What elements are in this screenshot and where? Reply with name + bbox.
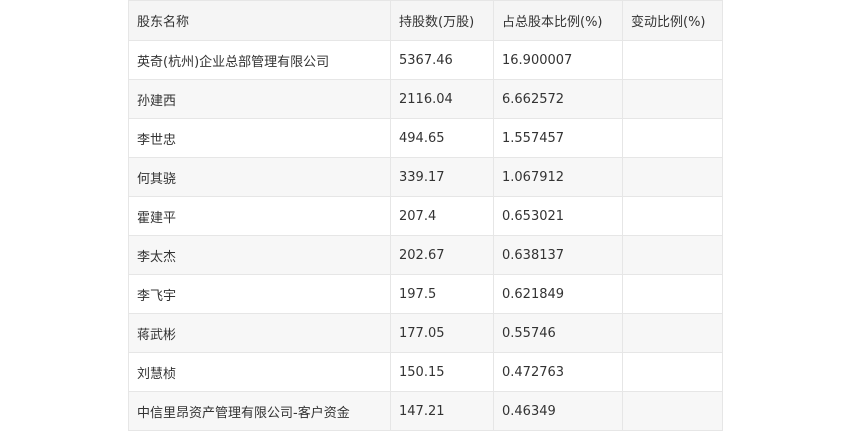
cell-ratio: 0.621849 — [493, 274, 623, 314]
cell-shares: 494.65 — [390, 118, 494, 158]
cell-name: 刘慧桢 — [128, 352, 391, 392]
table-row: 刘慧桢 150.15 0.472763 — [128, 352, 723, 392]
table-row: 李世忠 494.65 1.557457 — [128, 118, 723, 158]
cell-shares: 202.67 — [390, 235, 494, 275]
cell-change — [622, 352, 723, 392]
cell-shares: 177.05 — [390, 313, 494, 353]
cell-ratio: 0.55746 — [493, 313, 623, 353]
cell-ratio: 0.638137 — [493, 235, 623, 275]
cell-ratio: 0.653021 — [493, 196, 623, 236]
header-change: 变动比例(%) — [622, 0, 723, 41]
cell-change — [622, 196, 723, 236]
cell-change — [622, 40, 723, 80]
cell-ratio: 1.557457 — [493, 118, 623, 158]
cell-change — [622, 313, 723, 353]
table-header-row: 股东名称 持股数(万股) 占总股本比例(%) 变动比例(%) — [128, 0, 723, 41]
cell-name: 英奇(杭州)企业总部管理有限公司 — [128, 40, 391, 80]
cell-name: 李太杰 — [128, 235, 391, 275]
cell-shares: 207.4 — [390, 196, 494, 236]
cell-shares: 150.15 — [390, 352, 494, 392]
header-ratio: 占总股本比例(%) — [493, 0, 623, 41]
cell-name: 孙建西 — [128, 79, 391, 119]
cell-name: 李飞宇 — [128, 274, 391, 314]
header-shareholder-name: 股东名称 — [128, 0, 391, 41]
shareholders-table-container: 股东名称 持股数(万股) 占总股本比例(%) 变动比例(%) 英奇(杭州)企业总… — [128, 0, 723, 431]
cell-change — [622, 79, 723, 119]
cell-shares: 147.21 — [390, 391, 494, 431]
cell-shares: 5367.46 — [390, 40, 494, 80]
cell-name: 中信里昂资产管理有限公司-客户资金 — [128, 391, 391, 431]
table-row: 李太杰 202.67 0.638137 — [128, 235, 723, 275]
cell-shares: 2116.04 — [390, 79, 494, 119]
cell-change — [622, 235, 723, 275]
cell-name: 蒋武彬 — [128, 313, 391, 353]
table-row: 李飞宇 197.5 0.621849 — [128, 274, 723, 314]
shareholders-table: 股东名称 持股数(万股) 占总股本比例(%) 变动比例(%) 英奇(杭州)企业总… — [128, 0, 723, 431]
cell-name: 何其骁 — [128, 157, 391, 197]
header-shares: 持股数(万股) — [390, 0, 494, 41]
cell-change — [622, 118, 723, 158]
table-row: 英奇(杭州)企业总部管理有限公司 5367.46 16.900007 — [128, 40, 723, 80]
table-row: 中信里昂资产管理有限公司-客户资金 147.21 0.46349 — [128, 391, 723, 431]
cell-change — [622, 157, 723, 197]
table-row: 孙建西 2116.04 6.662572 — [128, 79, 723, 119]
cell-change — [622, 274, 723, 314]
cell-ratio: 0.472763 — [493, 352, 623, 392]
cell-ratio: 1.067912 — [493, 157, 623, 197]
table-row: 何其骁 339.17 1.067912 — [128, 157, 723, 197]
cell-shares: 197.5 — [390, 274, 494, 314]
cell-shares: 339.17 — [390, 157, 494, 197]
cell-change — [622, 391, 723, 431]
cell-ratio: 6.662572 — [493, 79, 623, 119]
cell-name: 霍建平 — [128, 196, 391, 236]
cell-name: 李世忠 — [128, 118, 391, 158]
cell-ratio: 0.46349 — [493, 391, 623, 431]
table-row: 蒋武彬 177.05 0.55746 — [128, 313, 723, 353]
cell-ratio: 16.900007 — [493, 40, 623, 80]
table-row: 霍建平 207.4 0.653021 — [128, 196, 723, 236]
